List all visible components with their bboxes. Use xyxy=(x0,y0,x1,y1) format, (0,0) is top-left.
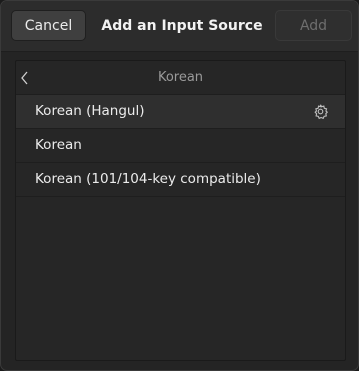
list-item-korean-101-104[interactable]: Korean (101/104-key compatible) xyxy=(16,163,345,197)
list-item-label: Korean (Hangul) xyxy=(35,103,145,119)
list-item-label: Korean (101/104-key compatible) xyxy=(35,171,261,187)
list-item-korean-hangul[interactable]: Korean (Hangul) xyxy=(16,95,345,129)
cancel-button[interactable]: Cancel xyxy=(11,10,86,41)
headerbar: Cancel Add an Input Source Add xyxy=(1,1,358,52)
gear-icon[interactable] xyxy=(312,103,329,120)
list-header: Korean xyxy=(16,61,345,95)
input-source-list: Korean Korean (Hangul) Korean Korean (10… xyxy=(15,60,346,361)
dialog-title: Add an Input Source xyxy=(101,18,263,34)
add-input-source-dialog: Cancel Add an Input Source Add Korean Ko… xyxy=(0,0,359,371)
list-item-label: Korean xyxy=(35,137,82,153)
add-button[interactable]: Add xyxy=(275,10,352,41)
list-title: Korean xyxy=(157,70,204,85)
list-item-korean[interactable]: Korean xyxy=(16,129,345,163)
